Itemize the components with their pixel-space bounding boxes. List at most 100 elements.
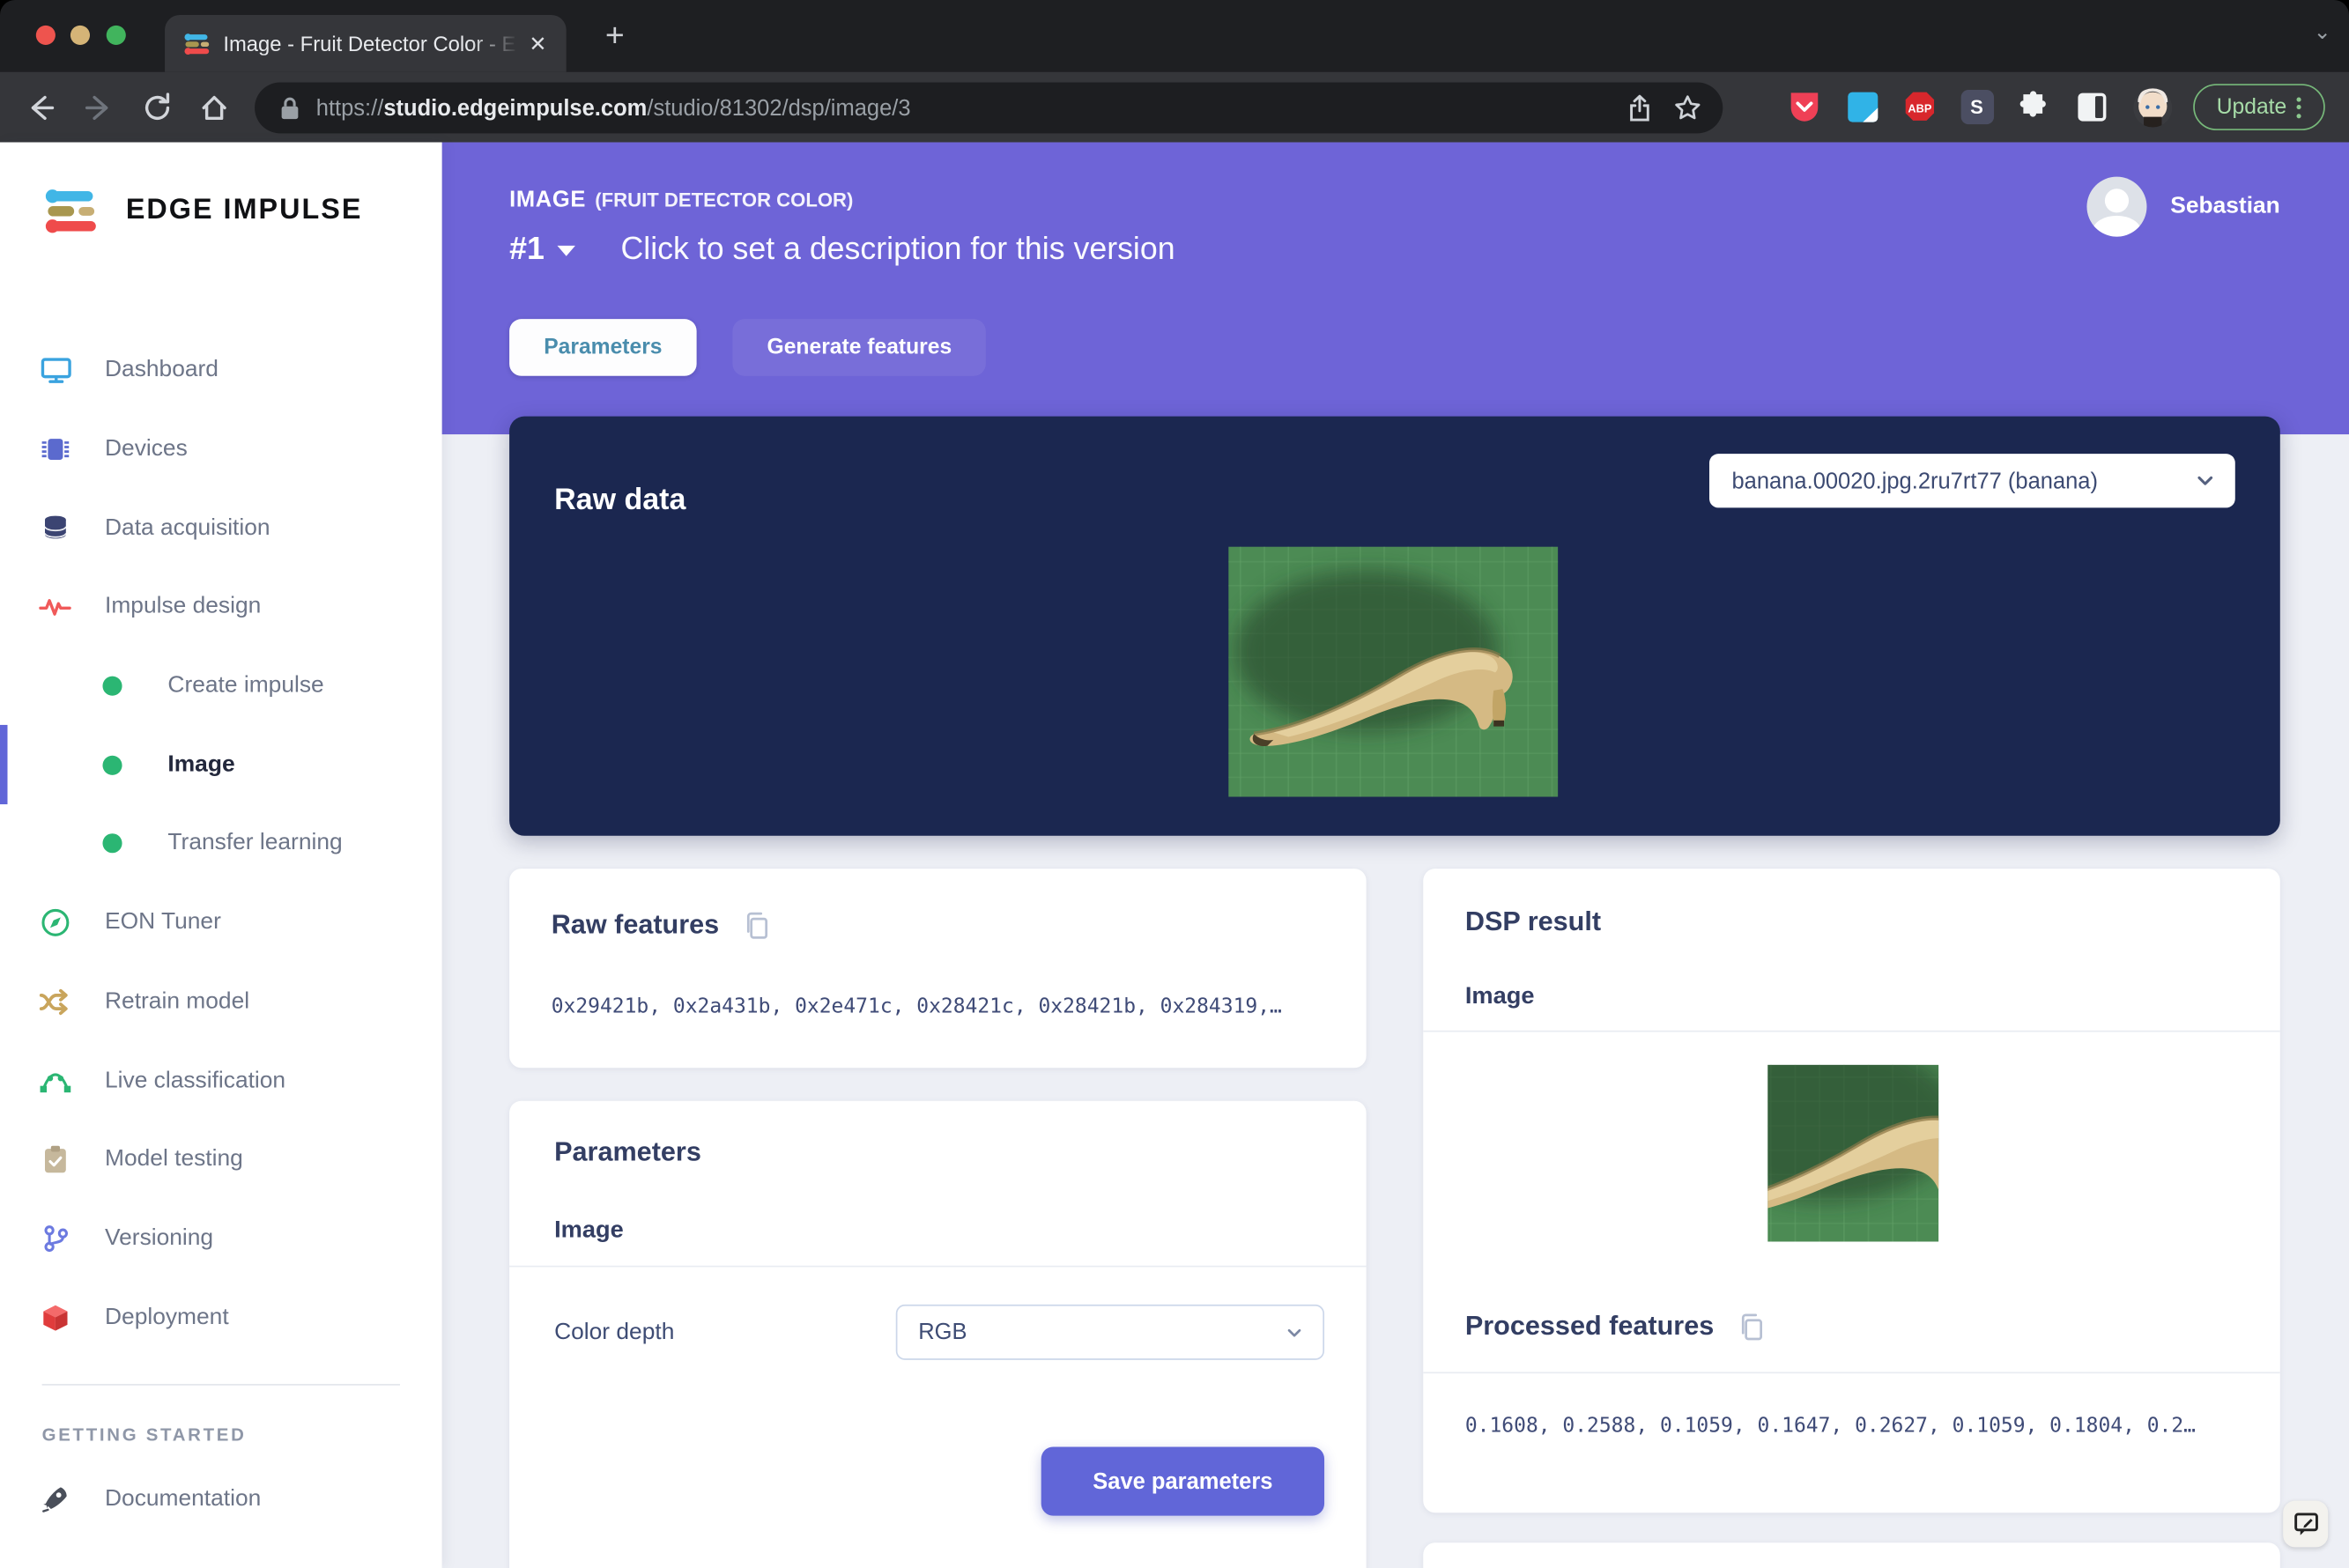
sidebar-item-retrain-model[interactable]: Retrain model [0,962,442,1041]
sidebar-item-image[interactable]: Image [0,726,442,805]
tab-close-icon[interactable]: ✕ [524,30,552,57]
extensions-puzzle-icon[interactable] [2017,90,2051,124]
sidebar-item-label: Image [167,751,234,779]
sidebar-item-dashboard[interactable]: Dashboard [0,331,442,410]
session-buddy-extension-icon[interactable]: S [1960,90,1993,124]
sidebar-item-data-acquisition[interactable]: Data acquisition [0,489,442,568]
main-panel: IMAGE(FRUIT DETECTOR COLOR) #1 Click to … [442,143,2349,1568]
browser-update-button[interactable]: Update [2193,84,2325,130]
tab-parameters[interactable]: Parameters [509,319,697,376]
divider [1423,1372,2280,1373]
pocket-extension-icon[interactable] [1787,90,1821,124]
bezier-curve-icon [39,1064,71,1097]
compass-icon [39,906,71,939]
save-parameters-button[interactable]: Save parameters [1041,1446,1324,1515]
svg-text:ABP: ABP [1908,102,1931,115]
screenshot-extension-icon[interactable] [1845,90,1879,124]
sidebar-item-label: Deployment [105,1304,229,1331]
sidebar-item-create-impulse[interactable]: Create impulse [0,647,442,726]
version-caret-icon[interactable] [558,245,575,255]
sidebar-item-documentation[interactable]: Documentation [0,1461,442,1540]
window-minimize-button[interactable] [70,26,90,45]
tab-overflow-chevron-icon[interactable]: ⌄ [2314,19,2331,45]
deployment-box-icon [39,1301,71,1334]
address-bar[interactable]: https://studio.edgeimpulse.com/studio/81… [255,83,1723,134]
version-label[interactable]: #1 [509,233,545,269]
version-row: #1 Click to set a description for this v… [509,233,1174,269]
profile-avatar-icon[interactable] [2131,86,2174,129]
back-icon[interactable] [24,92,56,124]
dsp-result-card: DSP result Image Processed features 0.16… [1423,869,2280,1513]
sidebar-item-label: Create impulse [167,673,323,700]
browser-menu-icon[interactable] [2297,97,2301,118]
clipboard-icon [39,1143,71,1176]
sidebar-item-model-testing[interactable]: Model testing [0,1121,442,1200]
processed-features-title: Processed features [1465,1311,1714,1342]
color-depth-select[interactable]: RGB [896,1305,1324,1360]
sample-select-value: banana.00020.jpg.2ru7rt77 (banana) [1732,468,2194,493]
sidebar-item-impulse-design[interactable]: Impulse design [0,568,442,647]
project-name: (FRUIT DETECTOR COLOR) [595,189,853,211]
sidebar-item-label: Model testing [105,1146,243,1173]
sidebar-nav: Dashboard Devices Data acquisition [0,331,442,1539]
brand-name: EDGE IMPULSE [126,195,363,227]
sidebar-item-versioning[interactable]: Versioning [0,1199,442,1278]
rocket-icon [39,1483,71,1516]
sidebar-item-label: Transfer learning [167,831,342,858]
sidebar-item-label: Retrain model [105,988,249,1016]
raw-features-values: 0x29421b, 0x2a431b, 0x2e471c, 0x28421c, … [552,995,1337,1018]
sidebar-item-live-classification[interactable]: Live classification [0,1041,442,1121]
raw-data-card: Raw data banana.00020.jpg.2ru7rt77 (bana… [509,417,2280,836]
sidebar-item-deployment[interactable]: Deployment [0,1278,442,1357]
dsp-image-label: Image [1465,984,1535,1011]
tab-generate-features[interactable]: Generate features [732,319,986,376]
green-dot-icon [102,669,123,702]
sidebar-item-eon-tuner[interactable]: EON Tuner [0,884,442,963]
sidebar: EDGE IMPULSE Dashboard Devices [0,143,442,1568]
version-description[interactable]: Click to set a description for this vers… [621,233,1175,269]
forward-icon[interactable] [83,92,115,124]
adblock-plus-extension-icon[interactable]: ABP [1902,90,1937,124]
sidebar-item-transfer-learning[interactable]: Transfer learning [0,804,442,884]
reload-icon[interactable] [141,92,174,124]
update-label: Update [2217,95,2287,119]
browser-toolbar: https://studio.edgeimpulse.com/studio/81… [0,72,2349,143]
sidebar-item-label: Live classification [105,1067,285,1094]
user-avatar-icon [2086,177,2146,237]
browser-tab[interactable]: Image - Fruit Detector Color - E ✕ [165,15,567,72]
lock-icon [278,95,301,121]
chevron-down-icon [1284,1321,1305,1342]
bookmark-star-icon[interactable] [1673,94,1701,122]
home-icon[interactable] [197,92,230,124]
chevron-down-icon [2193,469,2217,492]
parameters-card: Parameters Image Color depth RGB Save pa… [509,1101,1367,1568]
edge-impulse-favicon [184,33,210,55]
sidebar-item-label: Devices [105,436,188,463]
window-close-button[interactable] [36,26,56,45]
copy-icon[interactable] [1738,1312,1765,1342]
edge-impulse-logo-icon [45,188,107,235]
parameters-group-title: Image [554,1217,624,1245]
copy-icon[interactable] [743,910,770,940]
feedback-bubble-pencil-icon [2293,1512,2318,1537]
window-zoom-button[interactable] [107,26,126,45]
divider [1423,1031,2280,1032]
processed-features-values: 0.1608, 0.2588, 0.1059, 0.1647, 0.2627, … [1465,1414,2250,1438]
shuffle-icon [39,986,71,1018]
user-chip[interactable]: Sebastian [2086,177,2280,237]
sidebar-item-label: Documentation [105,1486,261,1513]
new-tab-button[interactable]: + [605,21,625,51]
sidebar-item-label: EON Tuner [105,909,221,936]
sidebar-item-label: Dashboard [105,357,219,384]
parameters-title: Parameters [554,1136,701,1168]
share-icon[interactable] [1627,93,1652,122]
sidebar-item-devices[interactable]: Devices [0,410,442,489]
dsp-processed-image [1767,1065,1938,1242]
screen: Image - Fruit Detector Color - E ✕ + ⌄ h… [0,0,2349,1568]
chip-icon [39,433,71,465]
sidebar-toggle-icon[interactable] [2074,90,2108,124]
sample-select[interactable]: banana.00020.jpg.2ru7rt77 (banana) [1709,454,2235,507]
browser-tab-strip: Image - Fruit Detector Color - E ✕ + ⌄ [0,0,2349,72]
page-header: IMAGE(FRUIT DETECTOR COLOR) #1 Click to … [442,143,2349,435]
feedback-button[interactable] [2283,1501,2328,1548]
